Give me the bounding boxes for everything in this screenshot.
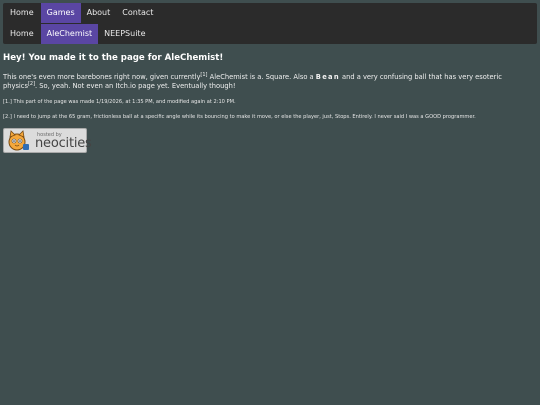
subnav-home[interactable]: Home [3,24,41,44]
top-navbar: Home Games About Contact Home AleChemist… [3,3,537,44]
intro-text-4: . So, yeah. Not even an Itch.io page yet… [35,82,236,90]
nav-about[interactable]: About [81,3,117,23]
badge-neocities-text: neocities [35,136,92,151]
intro-text-2: AleChemist is a. Square. Also a [207,73,316,81]
bean-text: Bean [315,73,340,81]
footnote-2: [2.] I need to jump at the 65 gram, fric… [3,114,476,120]
nav-contact[interactable]: Contact [116,3,159,23]
footnote-ref-1: [1] [200,72,208,78]
main-content: Hey! You made it to the page for AleChem… [3,47,537,121]
nav-row-secondary: Home AleChemist NEEPSuite [3,24,152,44]
neocities-badge[interactable]: hosted by neocities [3,128,92,153]
neocities-cat-icon [8,130,29,151]
nav-games[interactable]: Games [40,3,81,23]
page-heading: Hey! You made it to the page for AleChem… [3,53,224,63]
nav-row-primary: Home Games About Contact [3,3,159,23]
subnav-neepsuite[interactable]: NEEPSuite [98,24,151,44]
footnote-ref-2: [2] [27,81,36,87]
footnote-1: [1.] This part of the page was made 1/19… [3,99,236,105]
nav-home[interactable]: Home [3,3,41,23]
subnav-alechemist[interactable]: AleChemist [40,24,99,44]
intro-paragraph: This one's even more barebones right now… [3,73,537,91]
intro-text-1: This one's even more barebones right now… [3,73,201,81]
